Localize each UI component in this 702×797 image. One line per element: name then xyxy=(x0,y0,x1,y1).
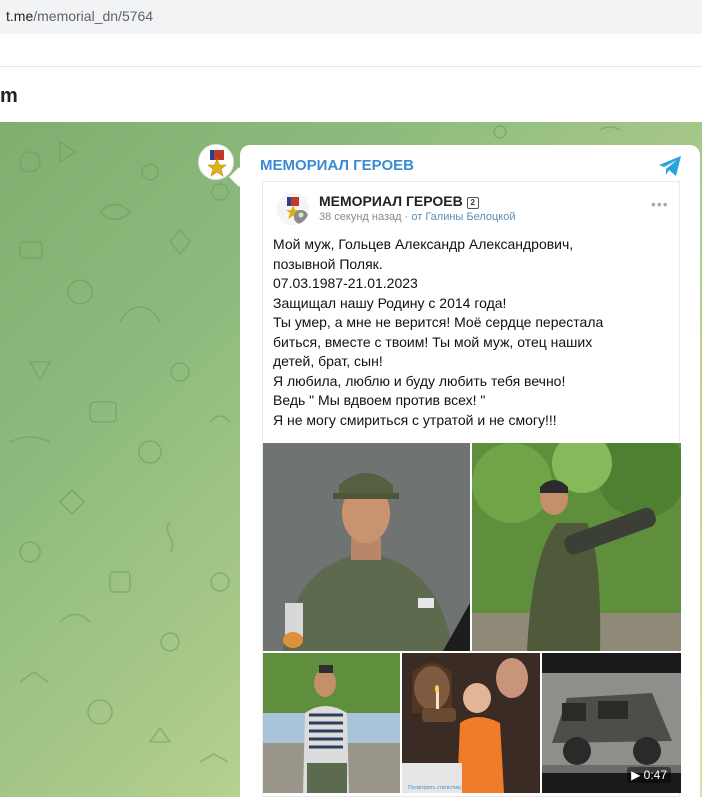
photo-portrait[interactable] xyxy=(263,443,470,651)
photo-family[interactable]: Посмотреть статистику xyxy=(402,653,540,793)
post-text-line: позывной Поляк. xyxy=(273,255,383,272)
post-text-line: 07.03.1987-21.01.2023 xyxy=(273,275,418,291)
post-text-line: Я не могу смириться с утратой и не смогу… xyxy=(273,411,557,428)
post-meta: 38 секунд назад · от Галины Белоцкой xyxy=(319,211,516,223)
more-options-icon[interactable]: ••• xyxy=(651,196,669,212)
video-thumbnail[interactable]: ▶ 0:47 xyxy=(542,653,681,793)
forwarded-post-card: МЕМОРИАЛ ГЕРОЕВ 2 38 секунд назад · от Га… xyxy=(262,181,681,797)
gold-star-medal-icon xyxy=(277,193,309,225)
channel-avatar[interactable] xyxy=(198,144,234,180)
url-host: t.me xyxy=(6,8,34,24)
post-text-line: Ведь " Мы вдвоем против всех! " xyxy=(273,392,486,408)
post-time: 38 секунд назад xyxy=(319,211,402,223)
family-cake-image xyxy=(402,653,540,793)
site-logo-fragment[interactable]: m xyxy=(0,85,18,108)
telegram-share-icon[interactable] xyxy=(656,152,684,180)
soldier-forest-image xyxy=(472,443,681,651)
url-path: /memorial_dn/5764 xyxy=(33,8,154,24)
post-text-line: Ты умер, а мне не верится! Моё сердце пе… xyxy=(273,314,604,330)
photo-forest[interactable] xyxy=(472,443,681,651)
browser-url-bar[interactable]: t.me/memorial_dn/5764 xyxy=(0,0,702,34)
stats-link[interactable]: Посмотреть статистику xyxy=(408,785,462,791)
post-text-line: биться, вместе с твоим! Ты мой муж, отец… xyxy=(273,333,593,350)
soldier-portrait-image xyxy=(263,443,470,651)
post-author-name[interactable]: МЕМОРИАЛ ГЕРОЕВ 2 xyxy=(319,193,479,209)
post-author-avatar[interactable] xyxy=(277,193,309,225)
channel-name-link[interactable]: МЕМОРИАЛ ГЕРОЕВ xyxy=(260,157,414,174)
author-badge: 2 xyxy=(466,197,479,209)
post-author-text: МЕМОРИАЛ ГЕРОЕВ xyxy=(319,193,463,209)
video-duration-text: 0:47 xyxy=(643,768,667,782)
post-text-line: Я любила, люблю и буду любить тебя вечно… xyxy=(273,372,566,389)
post-text: Мой муж, Гольцев Александр Александрович… xyxy=(273,235,673,430)
post-text-line: детей, брат, сын! xyxy=(273,353,383,369)
post-from-link[interactable]: от Галины Белоцкой xyxy=(411,211,515,223)
post-text-line: Защищал нашу Родину с 2014 года! xyxy=(273,294,507,311)
site-header: m xyxy=(0,66,702,122)
photo-street[interactable] xyxy=(263,653,400,793)
meta-separator: · xyxy=(404,211,409,223)
play-icon: ▶ xyxy=(631,768,641,782)
post-text-line: Мой муж, Гольцев Александр Александрович… xyxy=(273,236,574,252)
video-duration: ▶ 0:47 xyxy=(627,767,671,783)
man-street-image xyxy=(263,653,400,793)
url-text[interactable]: t.me/memorial_dn/5764 xyxy=(6,8,153,24)
